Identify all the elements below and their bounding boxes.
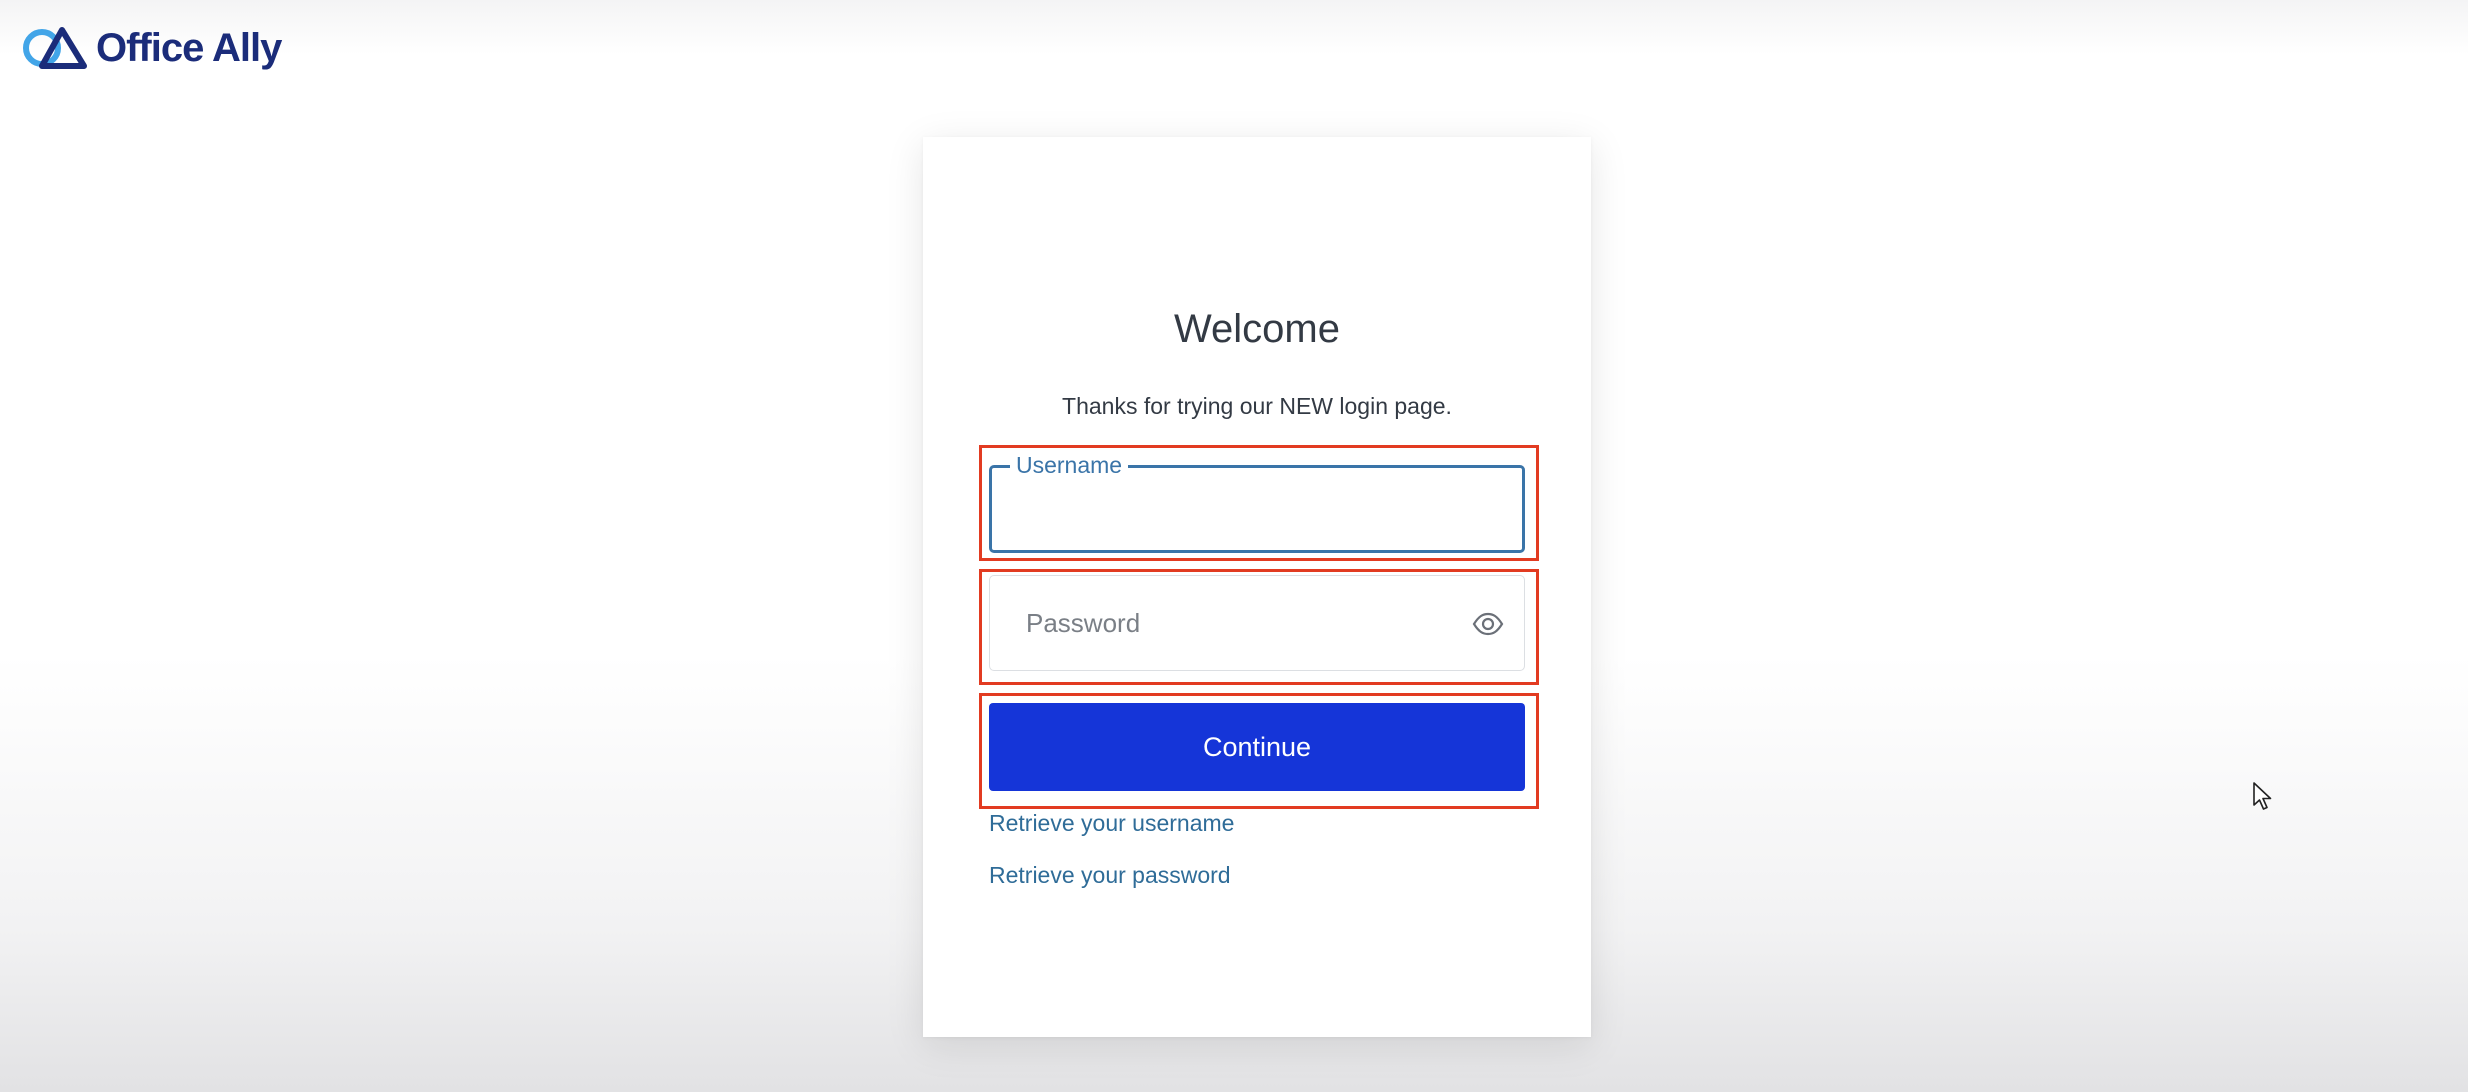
- brand-name: Office Ally: [96, 25, 282, 70]
- office-ally-logo-icon: [23, 27, 87, 69]
- continue-button[interactable]: Continue: [989, 703, 1525, 791]
- eye-icon[interactable]: [1472, 608, 1504, 640]
- username-input[interactable]: [992, 468, 1522, 550]
- login-card: Welcome Thanks for trying our NEW login …: [923, 137, 1591, 1037]
- login-subtitle: Thanks for trying our NEW login page.: [1062, 393, 1452, 419]
- retrieve-username-link[interactable]: Retrieve your username: [989, 810, 1234, 837]
- username-field: Username: [989, 452, 1525, 553]
- brand-logo[interactable]: Office Ally: [22, 22, 282, 74]
- retrieve-password-link[interactable]: Retrieve your password: [989, 862, 1231, 889]
- password-input[interactable]: [990, 576, 1524, 670]
- arrow-cursor-icon: [2253, 782, 2272, 810]
- password-field: [989, 575, 1525, 671]
- username-label: Username: [1010, 452, 1129, 478]
- page-title: Welcome: [1174, 307, 1340, 351]
